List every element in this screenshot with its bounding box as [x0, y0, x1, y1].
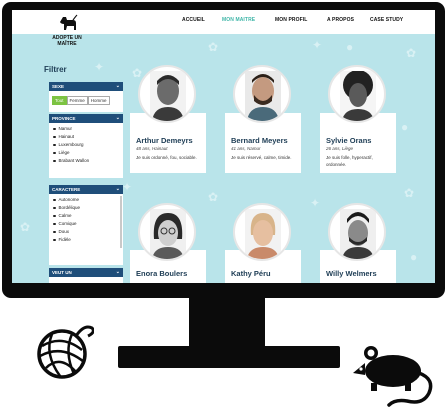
paw-pattern-icon: ✿ [208, 40, 219, 54]
dog-logo-icon [60, 14, 78, 30]
paw-pattern-icon: ✿ [132, 66, 143, 80]
province-item[interactable]: Liège [49, 149, 123, 157]
avatar[interactable] [328, 65, 386, 123]
chevron-down-icon: ⌄ [115, 83, 120, 89]
profile-name: Bernard Meyers [231, 136, 288, 145]
chevron-down-icon: ⌄ [115, 186, 120, 192]
profile-description: Je suis folle, hyperactif, ordonnée. [326, 155, 373, 167]
filter-province-header[interactable]: PROVINCE ⌄ [49, 114, 123, 123]
avatar[interactable] [138, 65, 196, 123]
profile-name: Arthur Demeyrs [136, 136, 193, 145]
province-item[interactable]: Namur [49, 125, 123, 133]
nav-accueil[interactable]: ACCUEIL [182, 17, 205, 23]
portrait-photo [150, 71, 186, 121]
nav-mon-profil[interactable]: MON PROFIL [275, 17, 307, 23]
paw-pattern-icon: ✿ [20, 220, 31, 234]
profile-meta: 48 ans, Hainaut [136, 146, 168, 151]
sexe-option-tout[interactable]: Tout [52, 96, 67, 105]
profile-name: Sylvie Orans [326, 136, 372, 145]
bone-pattern-icon: ✦ [310, 196, 321, 210]
yarn-pattern-icon: ● [401, 120, 409, 134]
avatar[interactable] [233, 203, 291, 261]
province-item[interactable]: Brabant Wallon [49, 157, 123, 165]
profile-name: Kathy Péru [231, 269, 271, 278]
bone-pattern-icon: ✦ [122, 180, 133, 194]
nav-case-study[interactable]: CASE STUDY [370, 17, 403, 23]
portrait-photo [245, 209, 281, 259]
sexe-option-homme[interactable]: Homme [87, 96, 110, 105]
monitor-base [118, 346, 340, 368]
filter-title: Filtrer [44, 65, 67, 74]
nav-mon-maitre[interactable]: MON MAITRE [222, 17, 255, 23]
profile-name: Enora Boulers [136, 269, 188, 278]
province-item[interactable]: Hainaut [49, 133, 123, 141]
caractere-scrollbar[interactable] [120, 196, 122, 248]
monitor-stand [189, 296, 265, 348]
bone-pattern-icon: ✦ [94, 60, 105, 74]
caractere-item[interactable]: Doux [49, 228, 123, 236]
bone-pattern-icon: ✦ [312, 38, 323, 52]
caractere-item[interactable]: Fidèle [49, 236, 123, 244]
filter-sexe: SEXE ⌄ Tout Femme Homme [49, 82, 123, 112]
avatar[interactable] [138, 203, 196, 261]
filter-caractere-header[interactable]: CARACTERE ⌄ [49, 185, 123, 194]
yarn-pattern-icon: ● [410, 250, 418, 264]
yarn-ball-icon [37, 325, 94, 379]
avatar[interactable] [328, 203, 386, 261]
sexe-segmented-control: Tout Femme Homme [52, 96, 120, 105]
website-screen: ✿ ✦ ● ✿ ✿ ✦ ● ✿ ✦ ✿ ✦ ● ✿ ADOPTE UN MAÎT… [12, 10, 435, 283]
province-item[interactable]: Luxembourg [49, 141, 123, 149]
filter-caractere: CARACTERE ⌄ Autonome Bordélique Calme Co… [49, 185, 123, 265]
portrait-photo [150, 209, 186, 259]
profile-meta: 26 ans, Liège [326, 146, 354, 151]
caractere-item[interactable]: Calme [49, 212, 123, 220]
chevron-down-icon: ⌄ [115, 269, 120, 275]
filter-province: PROVINCE ⌄ Namur Hainaut Luxembourg Lièg… [49, 114, 123, 178]
paw-pattern-icon: ✿ [406, 46, 417, 60]
paw-pattern-icon: ✿ [208, 190, 219, 204]
site-logo[interactable]: ADOPTE UN MAÎTRE [48, 14, 86, 50]
rat-icon [353, 346, 433, 407]
logo-text: ADOPTE UN MAÎTRE [52, 35, 82, 47]
portrait-photo [340, 71, 376, 121]
filter-sexe-header[interactable]: SEXE ⌄ [49, 82, 123, 91]
profile-description: Je suis réservé, calme, timide. [231, 155, 292, 160]
sexe-option-femme[interactable]: Femme [66, 96, 88, 105]
filter-veut-un: VEUT UN ⌄ [49, 268, 123, 283]
paw-pattern-icon: ✿ [404, 186, 415, 200]
nav-a-propos[interactable]: A PROPOS [327, 17, 354, 23]
profile-name: Willy Welmers [326, 269, 377, 278]
chevron-down-icon: ⌄ [115, 115, 120, 121]
profile-meta: 41 ans, Namur [231, 146, 261, 151]
caractere-item[interactable]: Bordélique [49, 204, 123, 212]
avatar[interactable] [233, 65, 291, 123]
portrait-photo [340, 209, 376, 259]
profile-description: Je suis ordonné, fou, sociable. [136, 155, 197, 160]
filter-veut-un-header[interactable]: VEUT UN ⌄ [49, 268, 123, 277]
yarn-pattern-icon: ● [346, 40, 354, 54]
caractere-item[interactable]: Autonome [49, 196, 123, 204]
portrait-photo [245, 71, 281, 121]
caractere-item[interactable]: Comique [49, 220, 123, 228]
